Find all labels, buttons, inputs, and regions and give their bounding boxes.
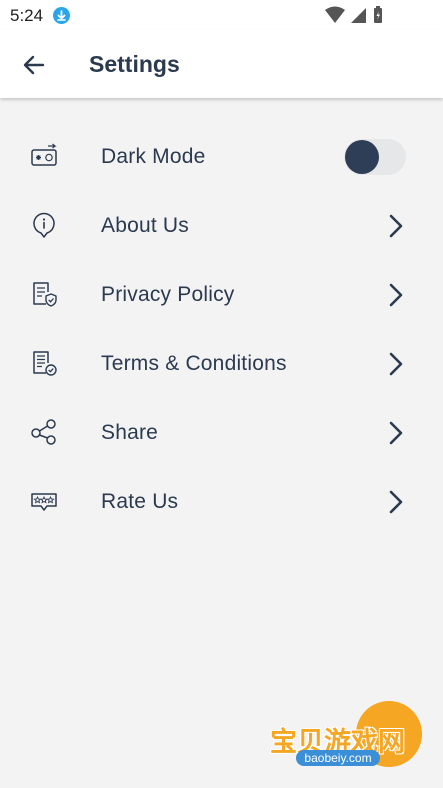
chevron-right-icon — [389, 352, 403, 376]
wifi-icon — [325, 6, 345, 23]
chevron-right-icon — [389, 490, 403, 514]
status-time: 5:24 — [10, 6, 44, 25]
dark-mode-icon — [31, 143, 57, 166]
watermark-logo: 宝贝游戏网 baobeiy.com — [268, 698, 428, 780]
settings-item-about-us[interactable]: About Us — [0, 193, 443, 262]
settings-item-label: Dark Mode — [101, 145, 206, 168]
settings-item-privacy-policy[interactable]: Privacy Policy — [0, 262, 443, 331]
settings-item-label: Rate Us — [101, 490, 179, 513]
settings-item-dark-mode[interactable]: Dark Mode — [0, 124, 443, 193]
toggle-knob — [345, 140, 379, 174]
battery-icon — [374, 6, 382, 23]
settings-item-label: Share — [101, 421, 159, 444]
watermark-url: baobeiy.com — [304, 751, 372, 765]
chevron-right-icon — [389, 283, 403, 307]
status-bar: 5:24 — [0, 0, 443, 30]
settings-item-label: Terms & Conditions — [101, 352, 287, 375]
settings-item-share[interactable]: Share — [0, 400, 443, 469]
chevron-right-icon — [389, 214, 403, 238]
download-notification-icon — [53, 7, 70, 24]
app-bar: Settings — [0, 30, 443, 98]
settings-item-label: Privacy Policy — [101, 283, 235, 306]
chevron-right-icon — [389, 421, 403, 445]
dark-mode-toggle[interactable] — [344, 139, 406, 175]
terms-document-icon — [33, 351, 57, 376]
back-button[interactable] — [16, 48, 52, 82]
privacy-document-icon — [33, 282, 57, 307]
settings-item-label: About Us — [101, 214, 189, 237]
share-icon — [31, 419, 56, 445]
rate-stars-icon — [31, 493, 57, 511]
arrow-back-icon — [23, 55, 45, 75]
settings-item-terms-conditions[interactable]: Terms & Conditions — [0, 331, 443, 400]
cellular-signal-icon — [351, 8, 366, 23]
info-icon — [33, 212, 55, 238]
page-title: Settings — [89, 51, 180, 77]
settings-list: Dark Mode About Us Privacy Policy Terms … — [0, 124, 443, 538]
settings-item-rate-us[interactable]: Rate Us — [0, 469, 443, 538]
